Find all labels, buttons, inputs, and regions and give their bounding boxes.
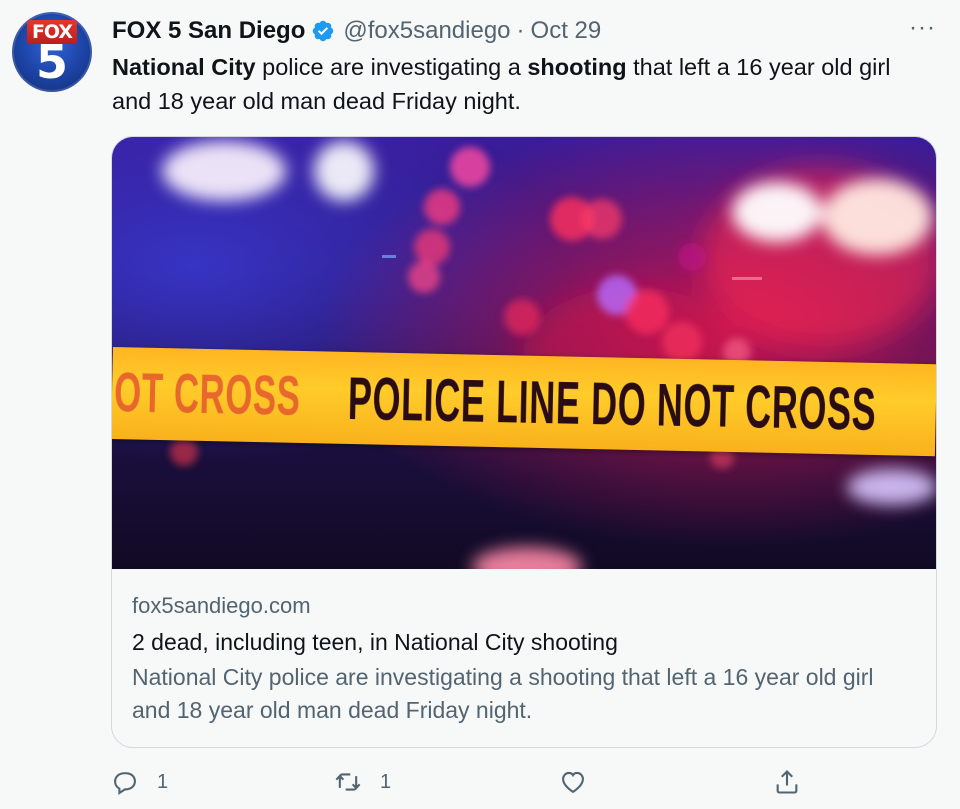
retweet-button[interactable]: 1 bbox=[334, 768, 391, 796]
avatar[interactable]: FOX 5 bbox=[12, 12, 92, 92]
police-tape-text-faded: IOT CROSS bbox=[112, 359, 302, 427]
reply-count: 1 bbox=[157, 770, 169, 793]
share-button[interactable] bbox=[773, 768, 801, 796]
header-separator: · bbox=[516, 17, 525, 44]
tweet-date[interactable]: Oct 29 bbox=[531, 17, 602, 45]
tweet-text-bold-location[interactable]: National City bbox=[112, 54, 256, 80]
retweet-count: 1 bbox=[380, 770, 392, 793]
reply-icon bbox=[114, 772, 136, 795]
tweet-text-segment: police are investigating a bbox=[255, 54, 528, 80]
tweet-text-bold-keyword[interactable]: shooting bbox=[527, 54, 626, 80]
link-card[interactable]: IOT CROSS POLICE LINE DO NOT CROSS fox5s… bbox=[111, 136, 937, 748]
card-title[interactable]: 2 dead, including teen, in National City… bbox=[132, 627, 916, 657]
author-name[interactable]: FOX 5 San Diego bbox=[112, 17, 305, 45]
tweet-header: FOX 5 San Diego @fox5sandiego · Oct 29 bbox=[112, 14, 930, 48]
card-domain[interactable]: fox5sandiego.com bbox=[132, 591, 916, 621]
author-handle[interactable]: @fox5sandiego bbox=[343, 17, 510, 45]
card-description: National City police are investigating a… bbox=[132, 664, 874, 723]
like-button[interactable] bbox=[559, 768, 605, 796]
police-tape: IOT CROSS POLICE LINE DO NOT CROSS bbox=[112, 347, 936, 457]
reply-button[interactable]: 1 bbox=[111, 768, 168, 796]
card-meta: fox5sandiego.com 2 dead, including teen,… bbox=[132, 591, 916, 727]
tweet-actions: 1 1 bbox=[111, 764, 811, 802]
tweet-text: National City police are investigating a… bbox=[112, 50, 932, 118]
share-icon bbox=[776, 770, 798, 794]
more-options-icon[interactable]: ··· bbox=[909, 14, 936, 42]
heart-icon bbox=[562, 771, 584, 794]
card-image[interactable]: IOT CROSS POLICE LINE DO NOT CROSS bbox=[112, 137, 936, 569]
avatar-number: 5 bbox=[35, 35, 68, 89]
retweet-icon bbox=[335, 773, 361, 791]
verified-badge-icon bbox=[313, 20, 334, 42]
police-tape-text: POLICE LINE DO NOT CROSS bbox=[347, 364, 877, 444]
